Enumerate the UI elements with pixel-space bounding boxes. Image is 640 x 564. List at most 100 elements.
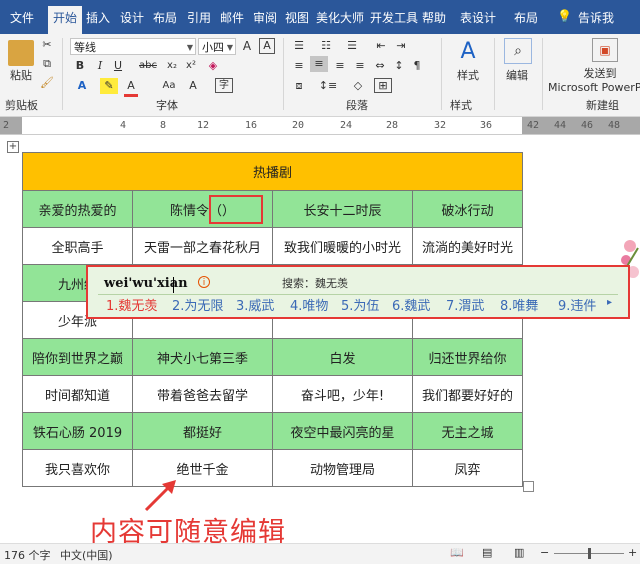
ime-search-hint[interactable]: 搜索：魏无羡 [282,275,348,291]
align-right-icon[interactable]: ≡ [332,58,348,74]
ime-candidate[interactable]: 5.为伍 [341,295,379,314]
tab-layout[interactable]: 布局 [153,9,177,26]
table-cell[interactable]: 无主之城 [412,412,523,450]
char-shading-icon[interactable]: A [186,78,200,94]
ime-candidate[interactable]: 2.为无限 [172,295,223,314]
table-cell[interactable]: 长安十二时辰 [272,190,413,228]
info-icon[interactable]: i [198,276,210,288]
decrease-indent-icon[interactable]: ⇤ [374,38,388,54]
table-cell[interactable]: 流淌的美好时光 [412,227,523,265]
zoom-slider-thumb[interactable] [588,548,591,559]
table-cell[interactable]: 都挺好 [132,412,273,450]
italic-icon[interactable]: I [94,58,106,74]
ime-candidate[interactable]: 9.违件 [558,295,596,314]
strikethrough-icon[interactable]: abc [137,58,159,74]
subscript-icon[interactable]: x₂ [163,58,181,74]
format-painter-icon[interactable]: 🖌 [40,75,54,91]
show-marks-icon[interactable]: ¶ [410,58,424,74]
table-cell[interactable]: 全职高手 [22,227,133,265]
table-cell[interactable]: 神犬小七第三季 [132,338,273,376]
powerpoint-icon[interactable]: ▣ [592,38,618,62]
ime-candidate[interactable]: 7.渭武 [446,295,484,314]
table-cell[interactable]: 奋斗吧，少年! [272,375,413,413]
table-cell[interactable]: 凤弈 [412,449,523,487]
table-cell[interactable]: 亲爱的热爱的 [22,190,133,228]
tab-beautify[interactable]: 美化大师 [316,9,364,26]
tab-view[interactable]: 视图 [285,9,309,26]
tab-table-layout[interactable]: 布局 [514,9,538,26]
styles-icon[interactable]: A [455,38,481,66]
table-resize-handle[interactable] [523,481,534,492]
ime-candidate[interactable]: 6.魏武 [392,295,430,314]
font-size-select[interactable]: 小四 ▼ [198,38,236,55]
tab-review[interactable]: 审阅 [253,9,277,26]
language-indicator[interactable]: 中文(中国) [60,547,113,563]
horizontal-ruler[interactable]: 2 4 8 12 16 20 24 28 32 36 42 44 46 48 [0,117,640,135]
align-center-icon[interactable]: ≡ [310,56,328,72]
ime-candidate[interactable]: 3.威武 [236,295,274,314]
table-cell[interactable]: 破冰行动 [412,190,523,228]
table-cell[interactable]: 致我们暖暖的小时光 [272,227,413,265]
styles-button[interactable]: 样式 [450,68,486,84]
char-border-icon[interactable]: A [259,38,275,54]
ime-candidate[interactable]: 1.魏无羡 [106,295,157,314]
table-cell[interactable]: 时间都知道 [22,375,133,413]
word-count[interactable]: 176 个字 [4,547,51,563]
change-case-icon[interactable]: Aa [160,78,178,94]
table-cell[interactable]: 带着爸爸去留学 [132,375,273,413]
table-cell[interactable]: 陪你到世界之巅 [22,338,133,376]
editing-button[interactable]: 编辑 [500,68,534,84]
sort-icon[interactable]: ↕ [392,58,406,74]
table-cell[interactable]: 我只喜欢你 [22,449,133,487]
clear-format-icon[interactable]: ◈ [206,58,220,74]
grow-font-icon[interactable]: A [240,38,254,54]
tab-help[interactable]: 帮助 [422,9,446,26]
next-page-icon[interactable]: ▸ [607,297,612,308]
tab-references[interactable]: 引用 [187,9,211,26]
table-move-handle-icon[interactable]: + [7,141,19,153]
paste-icon[interactable] [8,40,34,66]
table-header-cell[interactable]: 热播剧 [22,152,523,191]
tab-table-design[interactable]: 表设计 [460,9,496,26]
read-mode-icon[interactable]: 📖 [450,546,464,559]
align-left-icon[interactable]: ≡ [291,58,307,74]
zoom-in-icon[interactable]: + [628,546,637,559]
distribute-icon[interactable]: ⇔ [372,58,388,74]
underline-icon[interactable]: U [112,58,124,74]
superscript-icon[interactable]: x² [182,58,200,74]
cut-icon[interactable]: ✂ [40,37,54,53]
table-cell[interactable]: 归还世界给你 [412,338,523,376]
web-layout-icon[interactable]: ▥ [514,546,524,559]
ime-candidate-window[interactable]: wei'wu'xian i 搜索：魏无羡 1.魏无羡 2.为无限 3.威武 4.… [86,265,630,319]
table-cell[interactable]: 夜空中最闪亮的星 [272,412,413,450]
bullets-icon[interactable]: ☰ [291,38,307,54]
copy-icon[interactable]: ⧉ [40,56,54,72]
tab-insert[interactable]: 插入 [86,9,110,26]
table-cell[interactable]: 天雷一部之春花秋月 [132,227,273,265]
table-cell[interactable]: 我们都要好好的 [412,375,523,413]
tab-design[interactable]: 设计 [120,9,144,26]
zoom-out-icon[interactable]: − [540,546,549,559]
justify-icon[interactable]: ≡ [352,58,368,74]
print-layout-icon[interactable]: ▤ [482,546,492,559]
borders-icon[interactable]: ⊞ [374,78,392,93]
numbering-icon[interactable]: ☷ [318,38,334,54]
paste-button[interactable]: 粘贴 [4,68,38,84]
tell-me-search[interactable]: 告诉我 [578,9,614,26]
font-color-icon[interactable]: A [124,78,138,97]
increase-indent-icon[interactable]: ⇥ [394,38,408,54]
tab-file[interactable]: 文件 [10,9,34,26]
chinese-layout-icon[interactable]: ⧈ [291,78,307,94]
table-cell[interactable]: 动物管理局 [272,449,413,487]
lightbulb-icon[interactable]: 💡 [557,9,572,23]
highlight-icon[interactable]: ✎ [100,78,118,94]
enclose-char-icon[interactable]: 字 [215,78,233,93]
text-effects-icon[interactable]: A [74,78,90,94]
font-name-select[interactable]: 等线 ▼ [70,38,196,55]
drama-table[interactable]: 热播剧 亲爱的热爱的 陈情令（） 长安十二时辰 破冰行动 全职高手 天雷一部之春… [22,152,523,487]
search-icon[interactable]: ⌕ [504,38,532,64]
document-page[interactable]: 热播剧 亲爱的热爱的 陈情令（） 长安十二时辰 破冰行动 全职高手 天雷一部之春… [0,135,640,543]
send-to-app-label[interactable]: Microsoft PowerPoint [548,80,640,96]
ime-candidate[interactable]: 8.唯舞 [500,295,538,314]
ime-candidate[interactable]: 4.唯物 [290,295,328,314]
